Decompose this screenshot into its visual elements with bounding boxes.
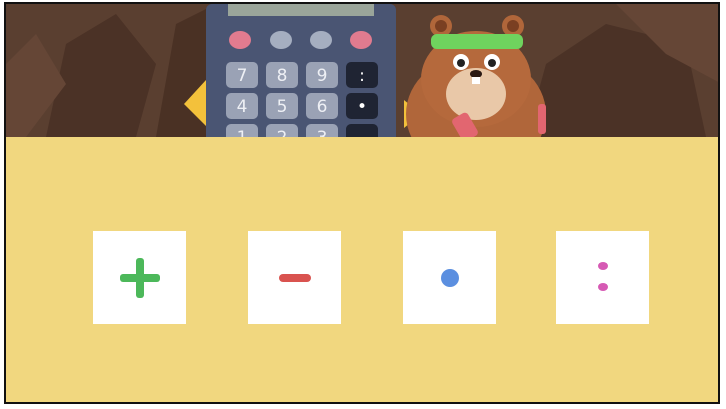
minus-card[interactable] [248,231,341,324]
calculator-key-label: : [359,66,365,86]
cave-scene: 7 8 9: 4 5 6 • 1 2 3 [6,4,718,137]
calculator-key-label: 7 [237,66,248,86]
game-frame: 7 8 9: 4 5 6 • 1 2 3 [4,2,720,404]
scene-background: 7 8 9: 4 5 6 • 1 2 3 [6,4,718,137]
calculator-key-label: 8 [277,66,288,86]
minus-icon [278,273,311,282]
calculator-key [346,124,378,137]
calculator-key-label: • [357,97,367,117]
dot-icon [440,268,459,287]
calculator-key-label: 6 [317,97,328,117]
headband-icon [431,34,523,49]
divide-card[interactable] [556,231,649,324]
calculator-key-label: 4 [237,97,248,117]
multiply-card[interactable] [403,231,496,324]
plus-icon [119,257,160,298]
calculator-key-label: 2 [277,128,288,137]
calculator-key-label: 5 [277,97,288,117]
calculator-key-label: 9 [317,66,328,86]
crayon-icon [538,104,546,134]
calculator: 7 8 9: 4 5 6 • 1 2 3 [206,4,396,137]
calculator-key-label: 3 [317,128,328,137]
plus-card[interactable] [93,231,186,324]
calculator-key-label: 1 [237,128,248,137]
colon-icon [597,261,608,291]
